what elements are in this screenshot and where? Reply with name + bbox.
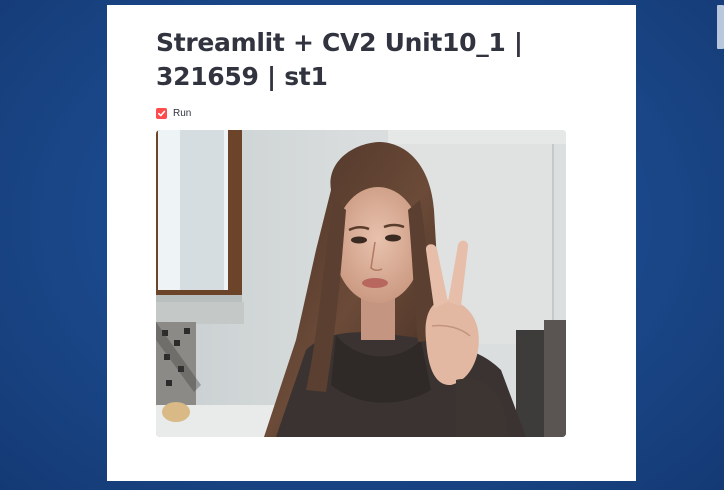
streamlit-app-window: Streamlit + CV2 Unit10_1 | 321659 | st1 … [107, 5, 636, 481]
desktop-edge-widget [717, 5, 724, 49]
page-title: Streamlit + CV2 Unit10_1 | 321659 | st1 [156, 28, 523, 91]
run-checkbox-label: Run [173, 107, 192, 119]
run-checkbox[interactable] [156, 107, 167, 119]
webcam-image [156, 130, 566, 437]
checkmark-icon [157, 110, 166, 116]
run-checkbox-row[interactable]: Run [156, 106, 191, 120]
webcam-video-frame [156, 130, 566, 437]
